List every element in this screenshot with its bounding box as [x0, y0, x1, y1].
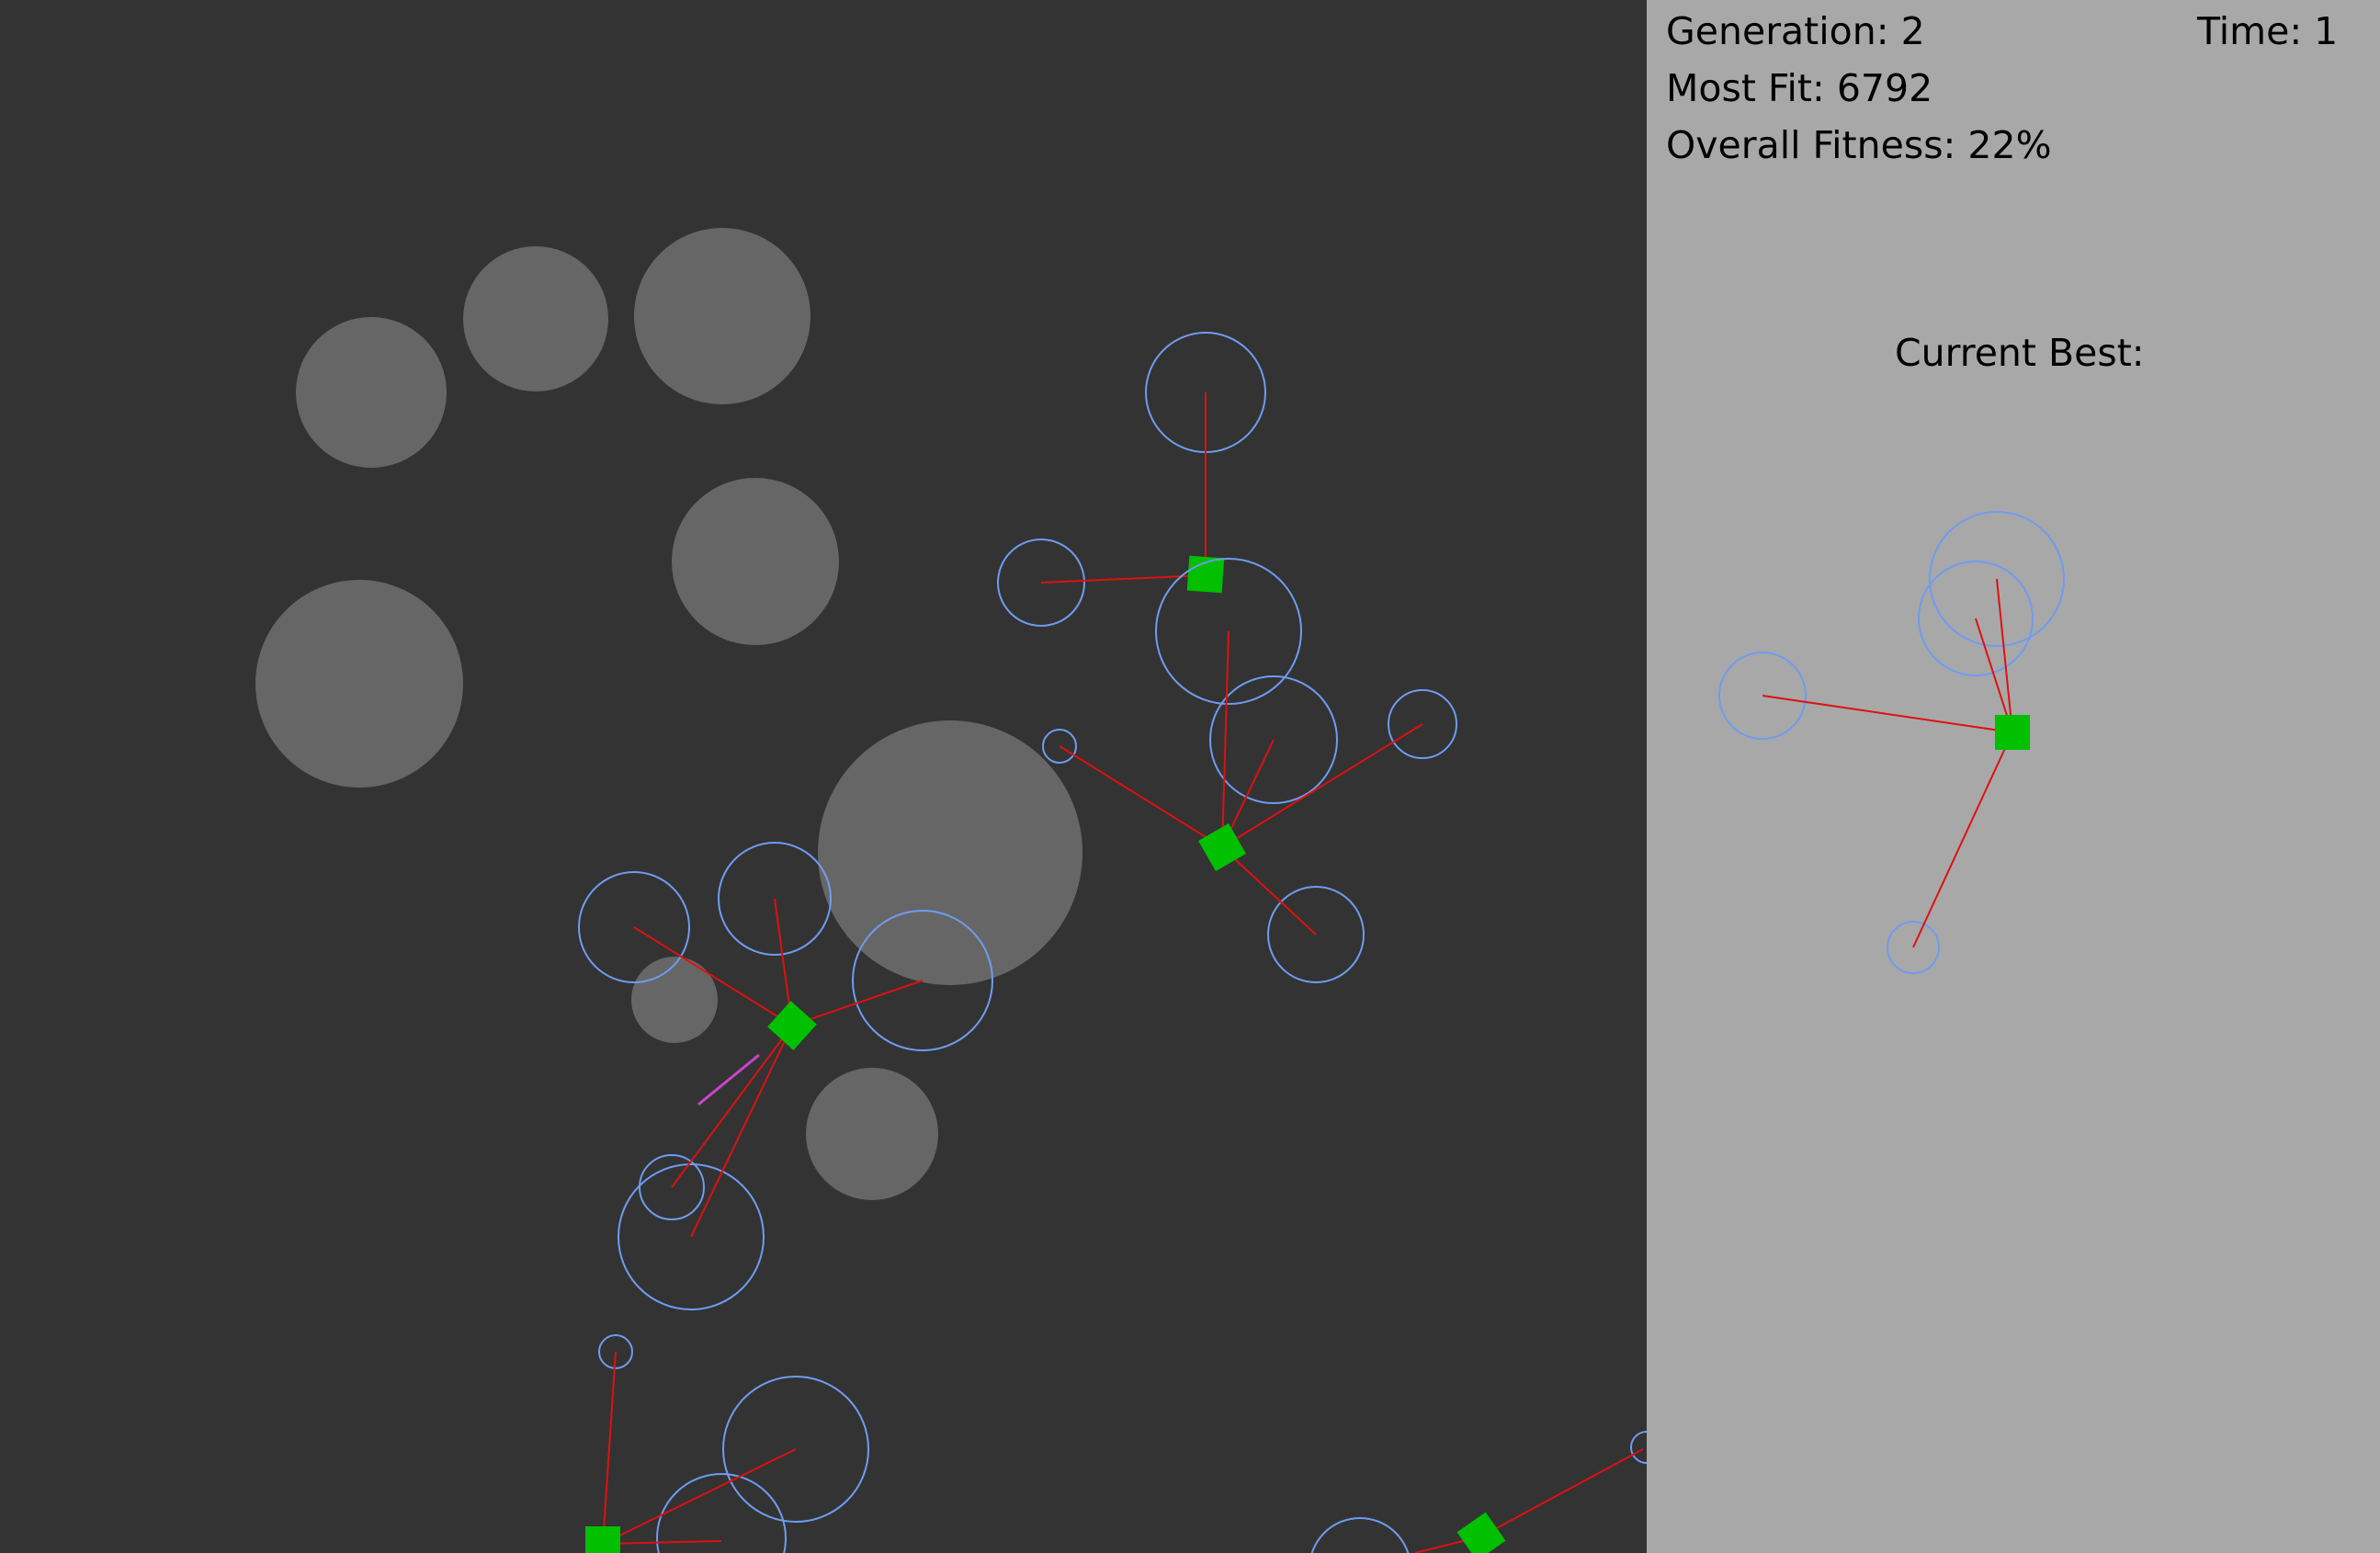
limb-line	[1912, 731, 2013, 948]
limb-line	[602, 1351, 617, 1545]
obstacle-group	[255, 228, 1082, 1200]
limb-line	[671, 1025, 793, 1188]
creature[interactable]	[1309, 1431, 1647, 1553]
limb-tip-sensor-icon	[1310, 1517, 1410, 1553]
creature-body-icon	[1995, 715, 2030, 750]
current-best-preview	[1718, 511, 2065, 974]
creature-body-icon	[585, 1526, 620, 1553]
limb-line	[1762, 695, 2013, 733]
simulation-window: Generation: 2 Time: 1 Most Fit: 6792 Ove…	[0, 0, 2380, 1553]
creature[interactable]	[1042, 558, 1457, 983]
limb-line	[690, 1025, 793, 1238]
creature-body-icon	[1186, 555, 1225, 594]
highlight-limb-line	[697, 1053, 760, 1106]
best-creature	[1718, 511, 2065, 974]
limb-tip-sensor-icon	[1630, 1431, 1647, 1464]
obstacle-circle	[818, 720, 1082, 985]
limb-line	[791, 980, 924, 1026]
simulation-arena[interactable]	[0, 0, 1647, 1553]
obstacle-circle	[296, 317, 447, 468]
arena-canvas[interactable]	[0, 0, 1647, 1553]
creature[interactable]	[997, 332, 1266, 627]
limb-line	[602, 1448, 797, 1545]
obstacle-circle	[631, 957, 718, 1043]
limb-line	[1059, 745, 1223, 848]
obstacle-circle	[255, 580, 463, 788]
creature[interactable]	[585, 1334, 869, 1553]
stats-panel: Generation: 2 Time: 1 Most Fit: 6792 Ove…	[1647, 0, 2380, 1553]
limb-line	[1480, 1448, 1644, 1537]
limb-line	[602, 1540, 722, 1545]
limb-line	[1221, 630, 1230, 848]
creature-body-icon	[1456, 1512, 1506, 1553]
obstacle-circle	[672, 478, 839, 645]
obstacle-circle	[634, 228, 810, 404]
obstacle-circle	[806, 1068, 938, 1200]
obstacle-circle	[463, 246, 608, 391]
creature-body-icon	[767, 1001, 817, 1050]
